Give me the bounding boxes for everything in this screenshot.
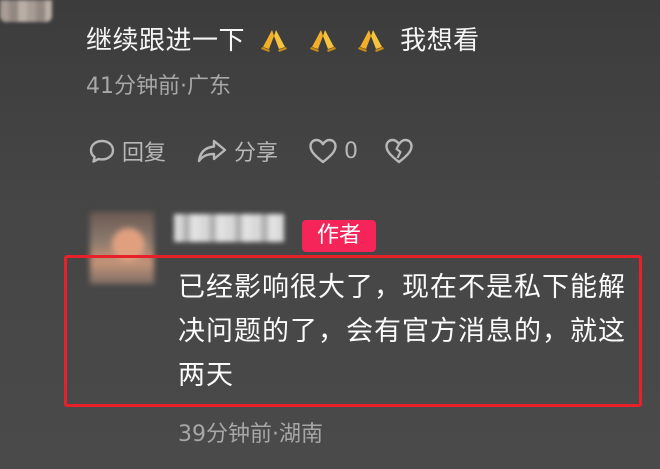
- author-badge: 作者: [302, 220, 376, 252]
- like-button[interactable]: 0: [308, 137, 358, 165]
- pray-emoji-icon: [309, 30, 336, 52]
- reply-button[interactable]: 回复: [88, 135, 166, 167]
- heart-icon: [309, 138, 337, 164]
- username[interactable]: [174, 214, 284, 242]
- comment-meta: 41分钟前·广东: [86, 74, 231, 99]
- like-count: 0: [344, 138, 359, 164]
- reply-bubble-icon: [89, 139, 115, 163]
- comment-text-tail: 我想看: [400, 26, 480, 56]
- pray-emoji-icon: [358, 30, 385, 52]
- share-arrow-icon: [197, 139, 227, 163]
- pray-emoji-icon: [260, 30, 287, 52]
- share-label: 分享: [234, 141, 279, 166]
- share-button[interactable]: 分享: [196, 135, 278, 167]
- dislike-button[interactable]: [384, 137, 414, 165]
- comment-text: 继续跟进一下 我想看: [86, 20, 480, 57]
- avatar[interactable]: [0, 0, 52, 22]
- reply-meta: 39分钟前·湖南: [178, 422, 323, 447]
- reply-label: 回复: [122, 141, 167, 166]
- reply-text: 已经影响很大了，现在不是私下能解决问题的了，会有官方消息的，就这两天: [178, 272, 626, 391]
- comment-text-main: 继续跟进一下: [86, 26, 246, 56]
- broken-heart-icon: [385, 138, 413, 164]
- comment-actions: 回复 分享 0: [88, 136, 414, 166]
